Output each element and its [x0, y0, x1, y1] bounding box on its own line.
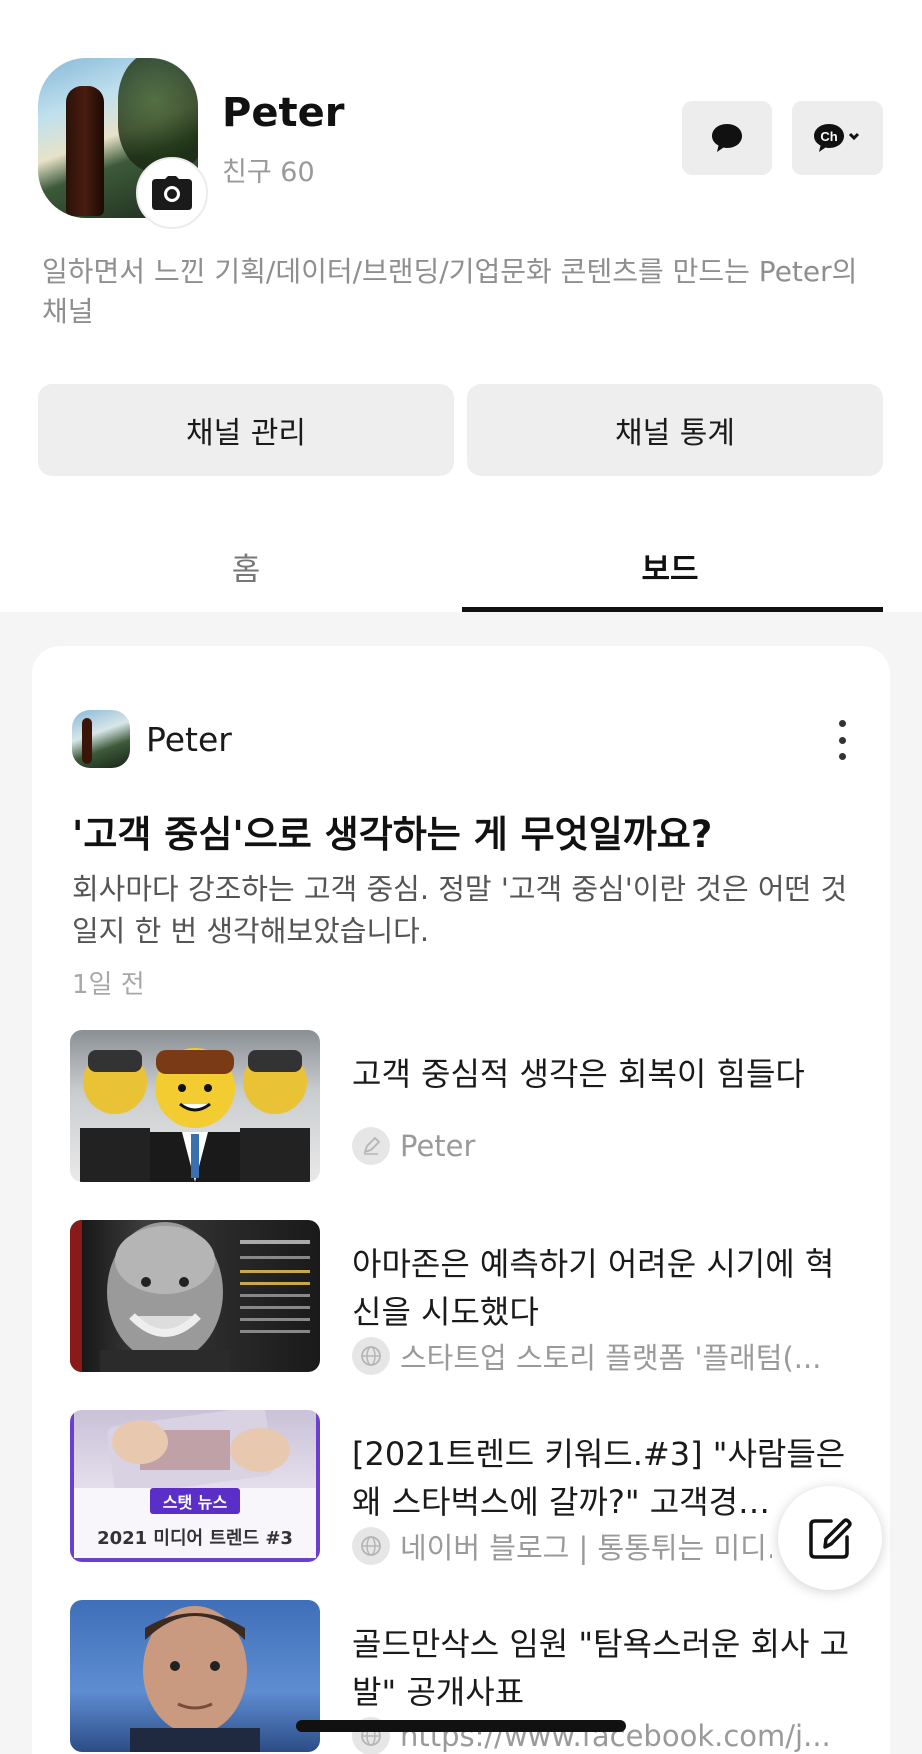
link-thumbnail [70, 1220, 320, 1372]
post-card[interactable]: Peter '고객 중심'으로 생각하는 게 무엇일까요? 회사마다 강조하는 … [32, 646, 890, 1754]
camera-icon[interactable] [136, 157, 208, 229]
edit-icon [809, 1518, 852, 1559]
link-item[interactable]: 아마존은 예측하기 어려운 시기에 혁신을 시도했다 스타트업 스토리 플랫폼 … [70, 1220, 860, 1375]
channel-stats-button[interactable]: 채널 통계 [467, 384, 883, 476]
thumbnail-caption: 2021 미디어 트렌드 #3 [97, 1528, 293, 1549]
link-title: 아마존은 예측하기 어려운 시기에 혁신을 시도했다 [352, 1245, 835, 1331]
post-title: '고객 중심'으로 생각하는 게 무엇일까요? [72, 813, 713, 856]
link-source: Peter [352, 1126, 852, 1166]
pen-icon [352, 1127, 390, 1165]
chat-bubble-icon [712, 124, 742, 152]
thumbnail-badge: 스탯 뉴스 [150, 1488, 240, 1514]
channel-header: Peter 친구 60 Ch 일하면서 느낀 기획/데이터/브랜딩/기업문화 콘… [0, 0, 922, 612]
channel-menu-button[interactable]: Ch [792, 101, 883, 175]
link-thumbnail [70, 1030, 320, 1182]
link-source-name: 스타트업 스토리 플랫폼 '플래텀(... [400, 1341, 822, 1375]
link-thumbnail [70, 1600, 320, 1752]
globe-icon [352, 1527, 390, 1565]
link-source-name: 네이버 블로그 | 통통튀는 미디… [400, 1531, 772, 1565]
link-item[interactable]: 스탯 뉴스 2021 미디어 트렌드 #3 [2021트렌드 키워드.#3] "… [70, 1410, 860, 1565]
tab-board[interactable]: 보드 [462, 520, 878, 612]
profile-name: Peter [222, 90, 345, 136]
link-item[interactable]: 고객 중심적 생각은 회복이 힘들다 Peter [70, 1030, 860, 1182]
write-post-button[interactable] [778, 1486, 882, 1590]
link-title: 골드만삭스 임원 "탐욕스러운 회사 고발" 공개사표 [352, 1625, 850, 1711]
link-source: 네이버 블로그 | 통통튀는 미디… [352, 1526, 772, 1566]
friend-count[interactable]: 친구 60 [222, 150, 315, 189]
avatar-bottle-shape [66, 86, 104, 216]
post-body: 회사마다 강조하는 고객 중심. 정말 '고객 중심'이란 것은 어떤 것일지 … [72, 872, 848, 948]
link-title: 고객 중심적 생각은 회복이 힘들다 [352, 1055, 805, 1093]
channel-manage-button[interactable]: 채널 관리 [38, 384, 454, 476]
active-tab-indicator [462, 607, 883, 612]
author-avatar [72, 710, 130, 768]
more-options-icon[interactable] [832, 720, 852, 760]
channel-description: 일하면서 느낀 기획/데이터/브랜딩/기업문화 콘텐츠를 만드는 Peter의 … [42, 255, 858, 328]
chat-button[interactable] [682, 101, 772, 175]
link-source: 스타트업 스토리 플랫폼 '플래텀(... [352, 1336, 852, 1376]
author-name: Peter [146, 719, 232, 759]
svg-text:Ch: Ch [820, 129, 837, 144]
link-title: [2021트렌드 키워드.#3] "사람들은 왜 스타벅스에 갈까?" 고객경… [352, 1435, 846, 1521]
link-source-name: Peter [400, 1129, 476, 1163]
home-indicator [296, 1720, 626, 1732]
post-timestamp: 1일 전 [72, 970, 145, 1000]
link-thumbnail: 스탯 뉴스 2021 미디어 트렌드 #3 [70, 1410, 320, 1562]
channel-ch-icon: Ch [813, 124, 859, 152]
tab-home[interactable]: 홈 [38, 520, 454, 612]
globe-icon [352, 1337, 390, 1375]
post-author[interactable]: Peter [72, 710, 232, 768]
avatar-palm-shape [118, 58, 198, 172]
